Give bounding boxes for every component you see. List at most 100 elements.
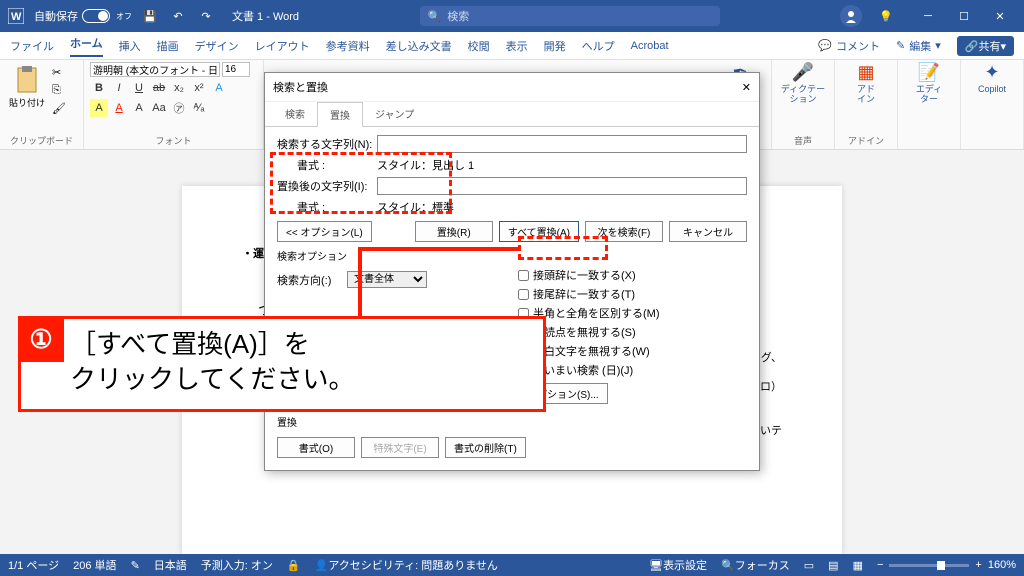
cut-icon[interactable]: ✂: [52, 66, 70, 82]
addin-icon: ▦: [857, 62, 874, 83]
copilot-button[interactable]: ✦Copilot: [967, 62, 1017, 95]
view-read-icon[interactable]: ▤: [828, 559, 838, 572]
zoom-slider[interactable]: [889, 564, 969, 567]
no-format-button[interactable]: 書式の削除(T): [445, 437, 526, 458]
font-name-select[interactable]: [90, 62, 220, 77]
special-char-button[interactable]: 特殊文字(E): [361, 437, 439, 458]
replace-button[interactable]: 置換(R): [415, 221, 493, 242]
font-size-select[interactable]: [222, 62, 250, 77]
addin-group-label: アドイン: [841, 134, 891, 149]
addin-label: アドイン: [857, 85, 875, 105]
chk-punct-label: 句読点を無視する(S): [533, 324, 636, 340]
chk-prefix[interactable]: 接頭辞に一致する(X): [518, 267, 747, 283]
search-icon: 🔍: [428, 10, 442, 23]
close-button[interactable]: ✕: [982, 0, 1018, 32]
highlight-box-styles: [270, 152, 452, 214]
tab-mailings[interactable]: 差し込み文書: [386, 38, 452, 54]
save-icon[interactable]: 💾: [140, 6, 160, 26]
tab-developer[interactable]: 開発: [544, 38, 566, 54]
tab-review[interactable]: 校閲: [468, 38, 490, 54]
chk-punct[interactable]: 句読点を無視する(S): [518, 324, 747, 340]
view-print-icon[interactable]: ▭: [804, 559, 814, 572]
share-button[interactable]: 🔗共有▾: [957, 36, 1014, 56]
maximize-button[interactable]: ☐: [946, 0, 982, 32]
copy-icon[interactable]: ⎘: [52, 84, 70, 100]
status-predict[interactable]: 予測入力: オン: [201, 557, 273, 573]
spellcheck-icon[interactable]: ✎: [131, 559, 140, 572]
chk-fuzzy[interactable]: あいまい検索 (日)(J): [518, 362, 747, 378]
tab-design[interactable]: デザイン: [195, 38, 239, 54]
search-placeholder: 検索: [447, 8, 469, 24]
editor-button[interactable]: 📝エディター: [904, 62, 954, 105]
zoom-in-icon[interactable]: +: [975, 559, 981, 571]
dialog-tab-search[interactable]: 検索: [273, 102, 317, 126]
underline-button[interactable]: U: [130, 79, 148, 97]
editor-group-label: [904, 137, 954, 149]
change-case-button[interactable]: Aa: [150, 99, 168, 117]
tab-help[interactable]: ヘルプ: [582, 38, 615, 54]
italic-button[interactable]: I: [110, 79, 128, 97]
lock-icon: 🔒: [287, 559, 301, 572]
chk-prefix-label: 接頭辞に一致する(X): [533, 267, 636, 283]
toggle-switch[interactable]: [82, 9, 110, 23]
comments-button[interactable]: 💬コメント: [818, 38, 880, 54]
voice-group-label: 音声: [778, 134, 828, 149]
dialog-tab-replace[interactable]: 置換: [317, 102, 363, 127]
status-lang[interactable]: 日本語: [154, 557, 187, 573]
cancel-button[interactable]: キャンセル: [669, 221, 747, 242]
dialog-tab-jump[interactable]: ジャンプ: [363, 102, 426, 126]
group-editor: 📝エディター: [898, 60, 961, 149]
lightbulb-icon[interactable]: 💡: [876, 6, 896, 26]
tab-draw[interactable]: 描画: [157, 38, 179, 54]
minimize-button[interactable]: ─: [910, 0, 946, 32]
zoom-control[interactable]: − + 160%: [877, 559, 1016, 571]
account-icon[interactable]: [840, 5, 862, 27]
search-box[interactable]: 🔍 検索: [420, 6, 720, 26]
less-options-button[interactable]: << オプション(L): [277, 221, 372, 242]
undo-icon[interactable]: ↶: [168, 6, 188, 26]
dictation-button[interactable]: 🎤ディクテーション: [778, 62, 828, 105]
format-button[interactable]: 書式(O): [277, 437, 355, 458]
status-page[interactable]: 1/1 ページ: [8, 557, 59, 573]
tab-view[interactable]: 表示: [506, 38, 528, 54]
status-words[interactable]: 206 単語: [73, 557, 116, 573]
document-title: 文書 1 - Word: [232, 8, 299, 24]
enclose-char-button[interactable]: ㋐: [170, 99, 188, 117]
phonetic-button[interactable]: ᴬ⁄ₐ: [190, 99, 208, 117]
format-painter-icon[interactable]: 🖌: [52, 102, 70, 118]
strike-button[interactable]: ab: [150, 79, 168, 97]
highlight-box-replaceall: [518, 236, 608, 260]
highlight-button[interactable]: A: [90, 99, 108, 117]
tab-acrobat[interactable]: Acrobat: [631, 40, 669, 52]
tab-file[interactable]: ファイル: [10, 38, 54, 54]
addin-button[interactable]: ▦ アドイン: [841, 62, 891, 105]
tab-layout[interactable]: レイアウト: [255, 38, 310, 54]
text-effects-button[interactable]: A: [210, 79, 228, 97]
view-web-icon[interactable]: ▦: [853, 559, 863, 572]
superscript-button[interactable]: x²: [190, 79, 208, 97]
svg-text:W: W: [11, 11, 22, 23]
status-focus[interactable]: フォーカス: [735, 560, 790, 572]
zoom-out-icon[interactable]: −: [877, 559, 883, 571]
redo-icon[interactable]: ↷: [196, 6, 216, 26]
paste-button[interactable]: 貼り付け: [6, 66, 48, 109]
char-shading-button[interactable]: A: [130, 99, 148, 117]
subscript-button[interactable]: x₂: [170, 79, 188, 97]
tab-insert[interactable]: 挿入: [119, 38, 141, 54]
font-color-button[interactable]: A: [110, 99, 128, 117]
editing-button[interactable]: ✎編集▾: [896, 38, 941, 54]
zoom-value[interactable]: 160%: [988, 559, 1016, 571]
chk-white[interactable]: 空白文字を無視する(W): [518, 343, 747, 359]
bold-button[interactable]: B: [90, 79, 108, 97]
tab-home[interactable]: ホーム: [70, 35, 103, 57]
chk-suffix[interactable]: 接尾辞に一致する(T): [518, 286, 747, 302]
chk-width[interactable]: 半角と全角を区別する(M): [518, 305, 747, 321]
word-icon: W: [6, 6, 26, 26]
dialog-close-button[interactable]: ✕: [742, 81, 751, 94]
find-input[interactable]: [377, 135, 747, 153]
status-a11y[interactable]: アクセシビリティ: 問題ありません: [328, 560, 498, 572]
autosave-toggle[interactable]: 自動保存 オフ: [34, 8, 132, 24]
tab-references[interactable]: 参考資料: [326, 38, 370, 54]
group-voice: 🎤ディクテーション 音声: [772, 60, 835, 149]
status-display[interactable]: 表示設定: [663, 560, 707, 572]
